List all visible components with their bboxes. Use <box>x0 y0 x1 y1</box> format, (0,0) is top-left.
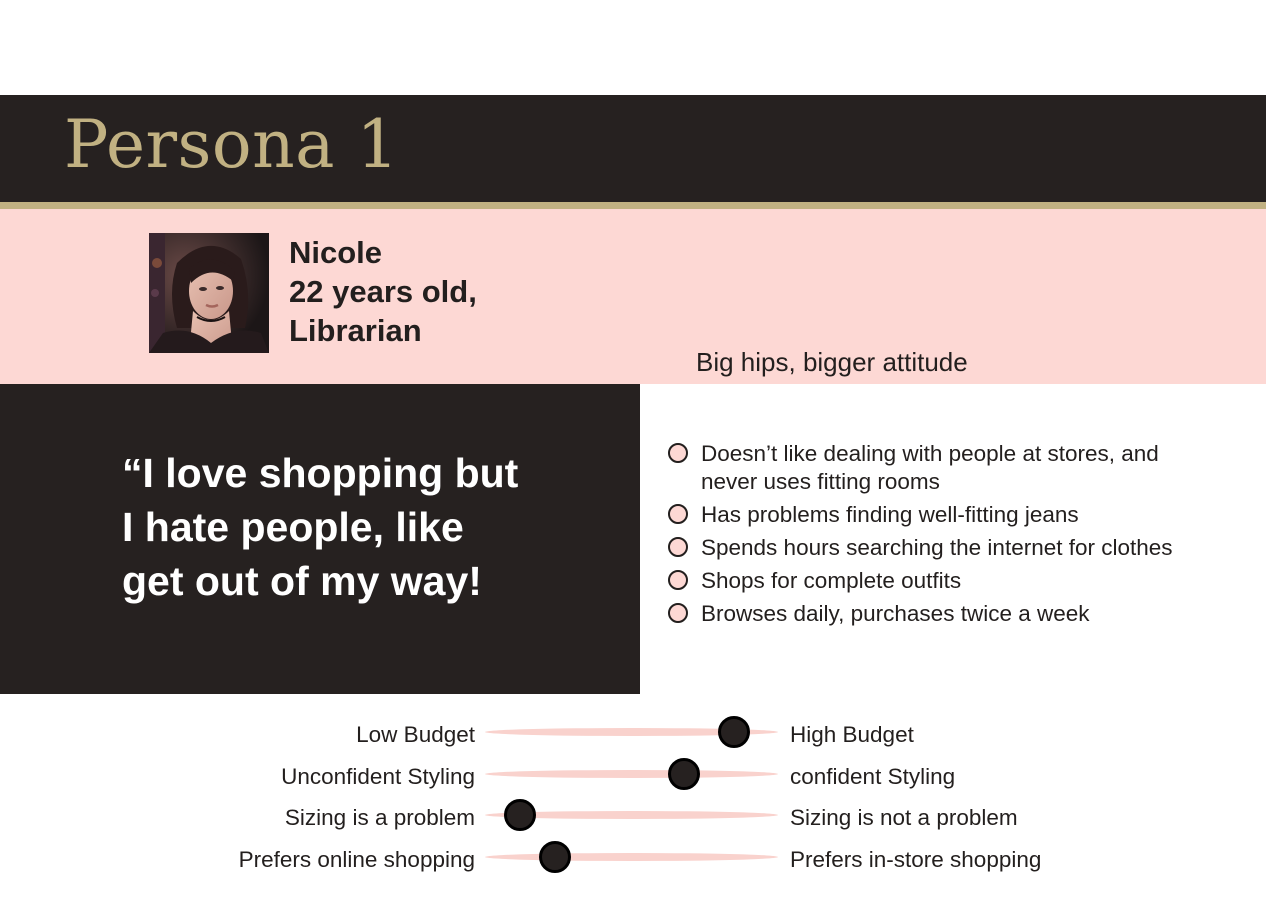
scale-track <box>485 716 778 748</box>
scale-left-label: Low Budget <box>356 722 475 747</box>
persona-tagline: Big hips, bigger attitude <box>696 347 968 377</box>
persona-name: Nicole <box>289 235 383 270</box>
list-item: Shops for complete outfits <box>668 567 1228 595</box>
bullet-circle-icon <box>668 537 688 557</box>
scale-track <box>485 799 778 831</box>
scale-track <box>485 758 778 790</box>
trait-text: Browses daily, purchases twice a week <box>701 601 1090 626</box>
scale-knob <box>539 841 572 873</box>
scale-row-styling: Unconfident Styling confident Styling <box>0 757 1266 797</box>
scale-knob <box>718 716 751 748</box>
scale-row-budget: Low Budget High Budget <box>0 715 1266 755</box>
scale-right-label: Prefers in-store shopping <box>790 847 1042 872</box>
persona-quote: “I love shopping but I hate people, like… <box>122 446 592 608</box>
bullet-circle-icon <box>668 570 688 590</box>
trait-text: Shops for complete outfits <box>701 568 962 593</box>
scale-row-sizing: Sizing is a problem Sizing is not a prob… <box>0 798 1266 838</box>
scale-row-shopping-channel: Prefers online shopping Prefers in-store… <box>0 840 1266 880</box>
trait-text: Spends hours searching the internet for … <box>701 535 1173 560</box>
portrait-photo-icon <box>149 233 269 353</box>
scale-left-label: Sizing is a problem <box>284 805 475 830</box>
quote-line: I hate people, like <box>122 504 464 550</box>
list-item: Browses daily, purchases twice a week <box>668 600 1228 628</box>
persona-page: Persona 1 Nicole 22 years old, Librarian… <box>0 0 1266 905</box>
scale-left-label: Unconfident Styling <box>281 764 475 789</box>
quote-line: get out of my way! <box>122 558 482 604</box>
scale-left-label: Prefers online shopping <box>238 847 475 872</box>
scale-right-label: confident Styling <box>790 764 956 789</box>
avatar <box>149 233 269 353</box>
bullet-circle-icon <box>668 443 688 463</box>
trait-text: Doesn’t like dealing with people at stor… <box>701 441 1159 466</box>
header-divider <box>0 202 1266 209</box>
list-item: Doesn’t like dealing with people at stor… <box>668 440 1228 496</box>
list-item: Has problems finding well-fitting jeans <box>668 501 1228 529</box>
scale-track <box>485 841 778 873</box>
trait-text: Has problems finding well-fitting jeans <box>701 502 1079 527</box>
traits-list: Doesn’t like dealing with people at stor… <box>668 440 1228 633</box>
scale-knob <box>504 799 537 831</box>
scale-knob <box>668 758 701 790</box>
bullet-circle-icon <box>668 603 688 623</box>
trait-text-continued: never uses fitting rooms <box>701 469 940 494</box>
quote-line: “I love shopping but <box>122 450 519 496</box>
persona-age: 22 years old, <box>289 274 477 309</box>
bullet-circle-icon <box>668 504 688 524</box>
scale-right-label: High Budget <box>790 722 914 747</box>
persona-occupation: Librarian <box>289 313 422 348</box>
page-title: Persona 1 <box>64 106 399 183</box>
scale-right-label: Sizing is not a problem <box>790 805 1018 830</box>
profile-summary: Nicole 22 years old, Librarian <box>289 233 477 350</box>
list-item: Spends hours searching the internet for … <box>668 534 1228 562</box>
